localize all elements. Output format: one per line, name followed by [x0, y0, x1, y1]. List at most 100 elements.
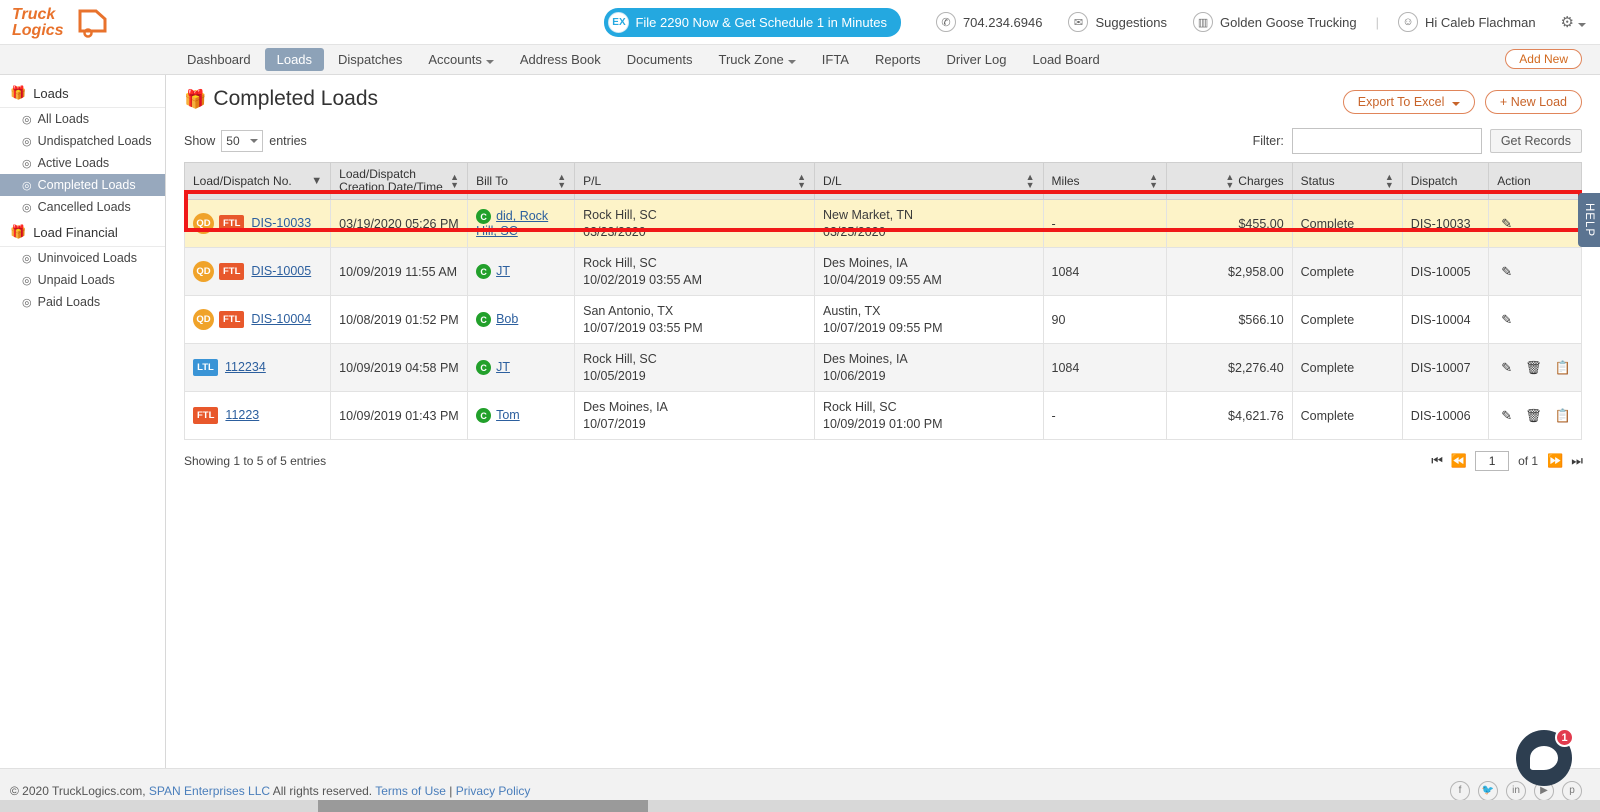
help-tab[interactable]: HELP — [1578, 193, 1600, 248]
bill-to-link[interactable]: JT — [496, 264, 510, 278]
export-to-excel-button[interactable]: Export To Excel — [1342, 90, 1475, 114]
filter-input[interactable] — [1291, 128, 1482, 154]
sidebar-item-undispatched-loads[interactable]: ◎ Undispatched Loads — [0, 130, 165, 152]
column-header-d-l[interactable]: D/L ▲ ▼ — [814, 161, 1044, 201]
nav-item-accounts[interactable]: Accounts — [416, 48, 505, 71]
terms-of-use-link[interactable]: Terms of Use — [375, 784, 446, 798]
chat-widget-button[interactable]: 1 — [1516, 728, 1574, 786]
column-header-dispatch: Dispatch — [1402, 161, 1490, 201]
delivery-city: Rock Hill, SC — [823, 400, 897, 415]
cell-actions: ✎ — [1488, 247, 1582, 297]
sidebar-item-paid-loads[interactable]: ◎ Paid Loads — [0, 291, 165, 313]
column-header-miles[interactable]: Miles ▲ ▼ — [1043, 161, 1168, 201]
export-label: Export To Excel — [1357, 95, 1445, 109]
load-number-link[interactable]: DIS-10004 — [251, 312, 311, 326]
nav-item-documents[interactable]: Documents — [615, 48, 705, 71]
bill-to-link[interactable]: Bob — [496, 312, 518, 326]
file-2290-promo-button[interactable]: EX File 2290 Now & Get Schedule 1 in Min… — [604, 7, 901, 37]
column-header-status[interactable]: Status ▲ ▼ — [1292, 161, 1403, 201]
user-item[interactable]: ☺ Hi Caleb Flachman — [1385, 12, 1549, 32]
phone-item[interactable]: ✆ 704.234.6946 — [923, 12, 1056, 32]
load-number-link[interactable]: 11223 — [225, 408, 259, 422]
nav-item-dispatches[interactable]: Dispatches — [326, 48, 414, 71]
edit-icon[interactable]: ✎ — [1501, 313, 1512, 326]
column-header-bill-to[interactable]: Bill To ▲ ▼ — [467, 161, 576, 201]
sort-icon[interactable]: ▲ ▼ — [1026, 173, 1035, 190]
truck-logics-logo[interactable]: Truck Logics — [10, 3, 160, 41]
nav-item-truck-zone[interactable]: Truck Zone — [707, 48, 808, 71]
sidebar-item-completed-loads[interactable]: ◎ Completed Loads — [0, 174, 165, 196]
entries-select[interactable]: 50 — [221, 130, 264, 152]
sidebar-item-cancelled-loads[interactable]: ◎ Cancelled Loads — [0, 196, 165, 218]
load-number-link[interactable]: DIS-10005 — [251, 264, 311, 278]
cell-created-date: 10/09/2019 11:55 AM — [330, 247, 469, 297]
nav-item-loads[interactable]: Loads — [264, 48, 325, 71]
gear-icon[interactable]: ⚙ — [1549, 13, 1586, 31]
scrollbar-track[interactable] — [0, 800, 1600, 812]
privacy-policy-link[interactable]: Privacy Policy — [456, 784, 531, 798]
scrollbar-thumb[interactable] — [318, 800, 648, 812]
twitter-icon[interactable]: 🐦 — [1478, 780, 1498, 801]
table-row[interactable]: QD FTL DIS-10004 10/08/2019 01:52 PM C Bob San… — [183, 295, 1582, 345]
sidebar-item-unpaid-loads[interactable]: ◎ Unpaid Loads — [0, 269, 165, 291]
delete-icon[interactable]: 🗑 — [1525, 361, 1542, 374]
add-new-button[interactable]: Add New — [1505, 49, 1582, 69]
suggestions-item[interactable]: ✉ Suggestions — [1055, 12, 1180, 32]
sort-icon[interactable]: ▲ ▼ — [1225, 173, 1234, 190]
sort-icon[interactable]: ▲ ▼ — [1149, 173, 1158, 190]
delete-icon[interactable]: 🗑 — [1525, 409, 1542, 422]
nav-item-ifta[interactable]: IFTA — [810, 48, 861, 71]
new-load-button[interactable]: + New Load — [1484, 90, 1582, 114]
sort-icon[interactable]: ▲ ▼ — [797, 173, 806, 190]
table-row[interactable]: LTL 112234 10/09/2019 04:58 PM C JT Rock Hill… — [183, 343, 1582, 393]
sidebar-item-label: Paid Loads — [37, 295, 101, 309]
bill-to-link[interactable]: Tom — [496, 408, 520, 422]
edit-icon[interactable]: ✎ — [1501, 361, 1512, 374]
linkedin-icon[interactable]: in — [1506, 780, 1526, 801]
edit-icon[interactable]: ✎ — [1501, 265, 1512, 278]
load-type-badge: FTL — [193, 407, 219, 425]
last-page-button[interactable]: ⏭ — [1571, 453, 1583, 469]
edit-icon[interactable]: ✎ — [1501, 409, 1512, 422]
cell-pickup-location: Des Moines, IA 10/07/2019 — [574, 391, 815, 441]
table-row[interactable]: QD FTL DIS-10033 03/19/2020 05:26 PM Cdid, R… — [183, 199, 1582, 249]
nav-item-reports[interactable]: Reports — [863, 48, 933, 71]
column-header-label: Action — [1497, 174, 1531, 189]
invoice-icon[interactable]: 📋 — [1555, 361, 1571, 374]
nav-item-driver-log[interactable]: Driver Log — [935, 48, 1019, 71]
span-enterprises-link[interactable]: SPAN Enterprises LLC — [149, 784, 270, 798]
box-icon: 🎁 — [10, 224, 27, 239]
load-number-link[interactable]: DIS-10033 — [251, 216, 311, 230]
sidebar-item-uninvoiced-loads[interactable]: ◎ Uninvoiced Loads — [0, 247, 165, 269]
nav-item-address-book[interactable]: Address Book — [508, 48, 613, 71]
company-item[interactable]: ▥ Golden Goose Trucking — [1180, 12, 1370, 32]
column-header-charges[interactable]: Charges ▲ ▼ — [1166, 161, 1293, 201]
sort-icon[interactable]: ▲ ▼ — [557, 173, 566, 190]
column-header-load-dispatch-creation-date-time[interactable]: Load/Dispatch Creation Date/Time ▲ ▼ — [330, 161, 469, 201]
sort-icon[interactable]: ▲ ▼ — [450, 173, 459, 190]
first-page-button[interactable]: ⏮ — [1431, 453, 1443, 469]
nav-item-dashboard[interactable]: Dashboard — [175, 48, 263, 71]
page-title-text: Completed Loads — [213, 87, 379, 110]
facebook-icon[interactable]: f — [1450, 780, 1470, 801]
pinterest-icon[interactable]: p — [1562, 780, 1582, 801]
bill-to-link[interactable]: JT — [496, 360, 510, 374]
get-records-button[interactable]: Get Records — [1489, 129, 1582, 153]
table-row[interactable]: QD FTL DIS-10005 10/09/2019 11:55 AM C JT Rock… — [183, 247, 1582, 297]
prev-page-button[interactable]: ⏪ — [1451, 453, 1467, 469]
sidebar-item-all-loads[interactable]: ◎ All Loads — [0, 108, 165, 130]
invoice-icon[interactable]: 📋 — [1555, 409, 1571, 422]
next-page-button[interactable]: ⏩ — [1547, 453, 1563, 469]
cell-delivery-location: Austin, TX 10/07/2019 09:55 PM — [814, 295, 1044, 345]
table-row[interactable]: FTL 11223 10/09/2019 01:43 PM C Tom Des Moine… — [183, 391, 1582, 441]
sort-desc-icon[interactable]: ▼ — [311, 176, 322, 187]
sidebar-item-active-loads[interactable]: ◎ Active Loads — [0, 152, 165, 174]
column-header-load-dispatch-no-[interactable]: Load/Dispatch No. ▼ — [183, 161, 332, 201]
sort-icon[interactable]: ▲ ▼ — [1385, 173, 1394, 190]
page-number-input[interactable] — [1475, 451, 1510, 472]
nav-item-load-board[interactable]: Load Board — [1020, 48, 1111, 71]
entries-label: entries — [269, 134, 307, 148]
load-number-link[interactable]: 112234 — [225, 360, 266, 374]
edit-icon[interactable]: ✎ — [1501, 217, 1512, 230]
column-header-p-l[interactable]: P/L ▲ ▼ — [574, 161, 815, 201]
